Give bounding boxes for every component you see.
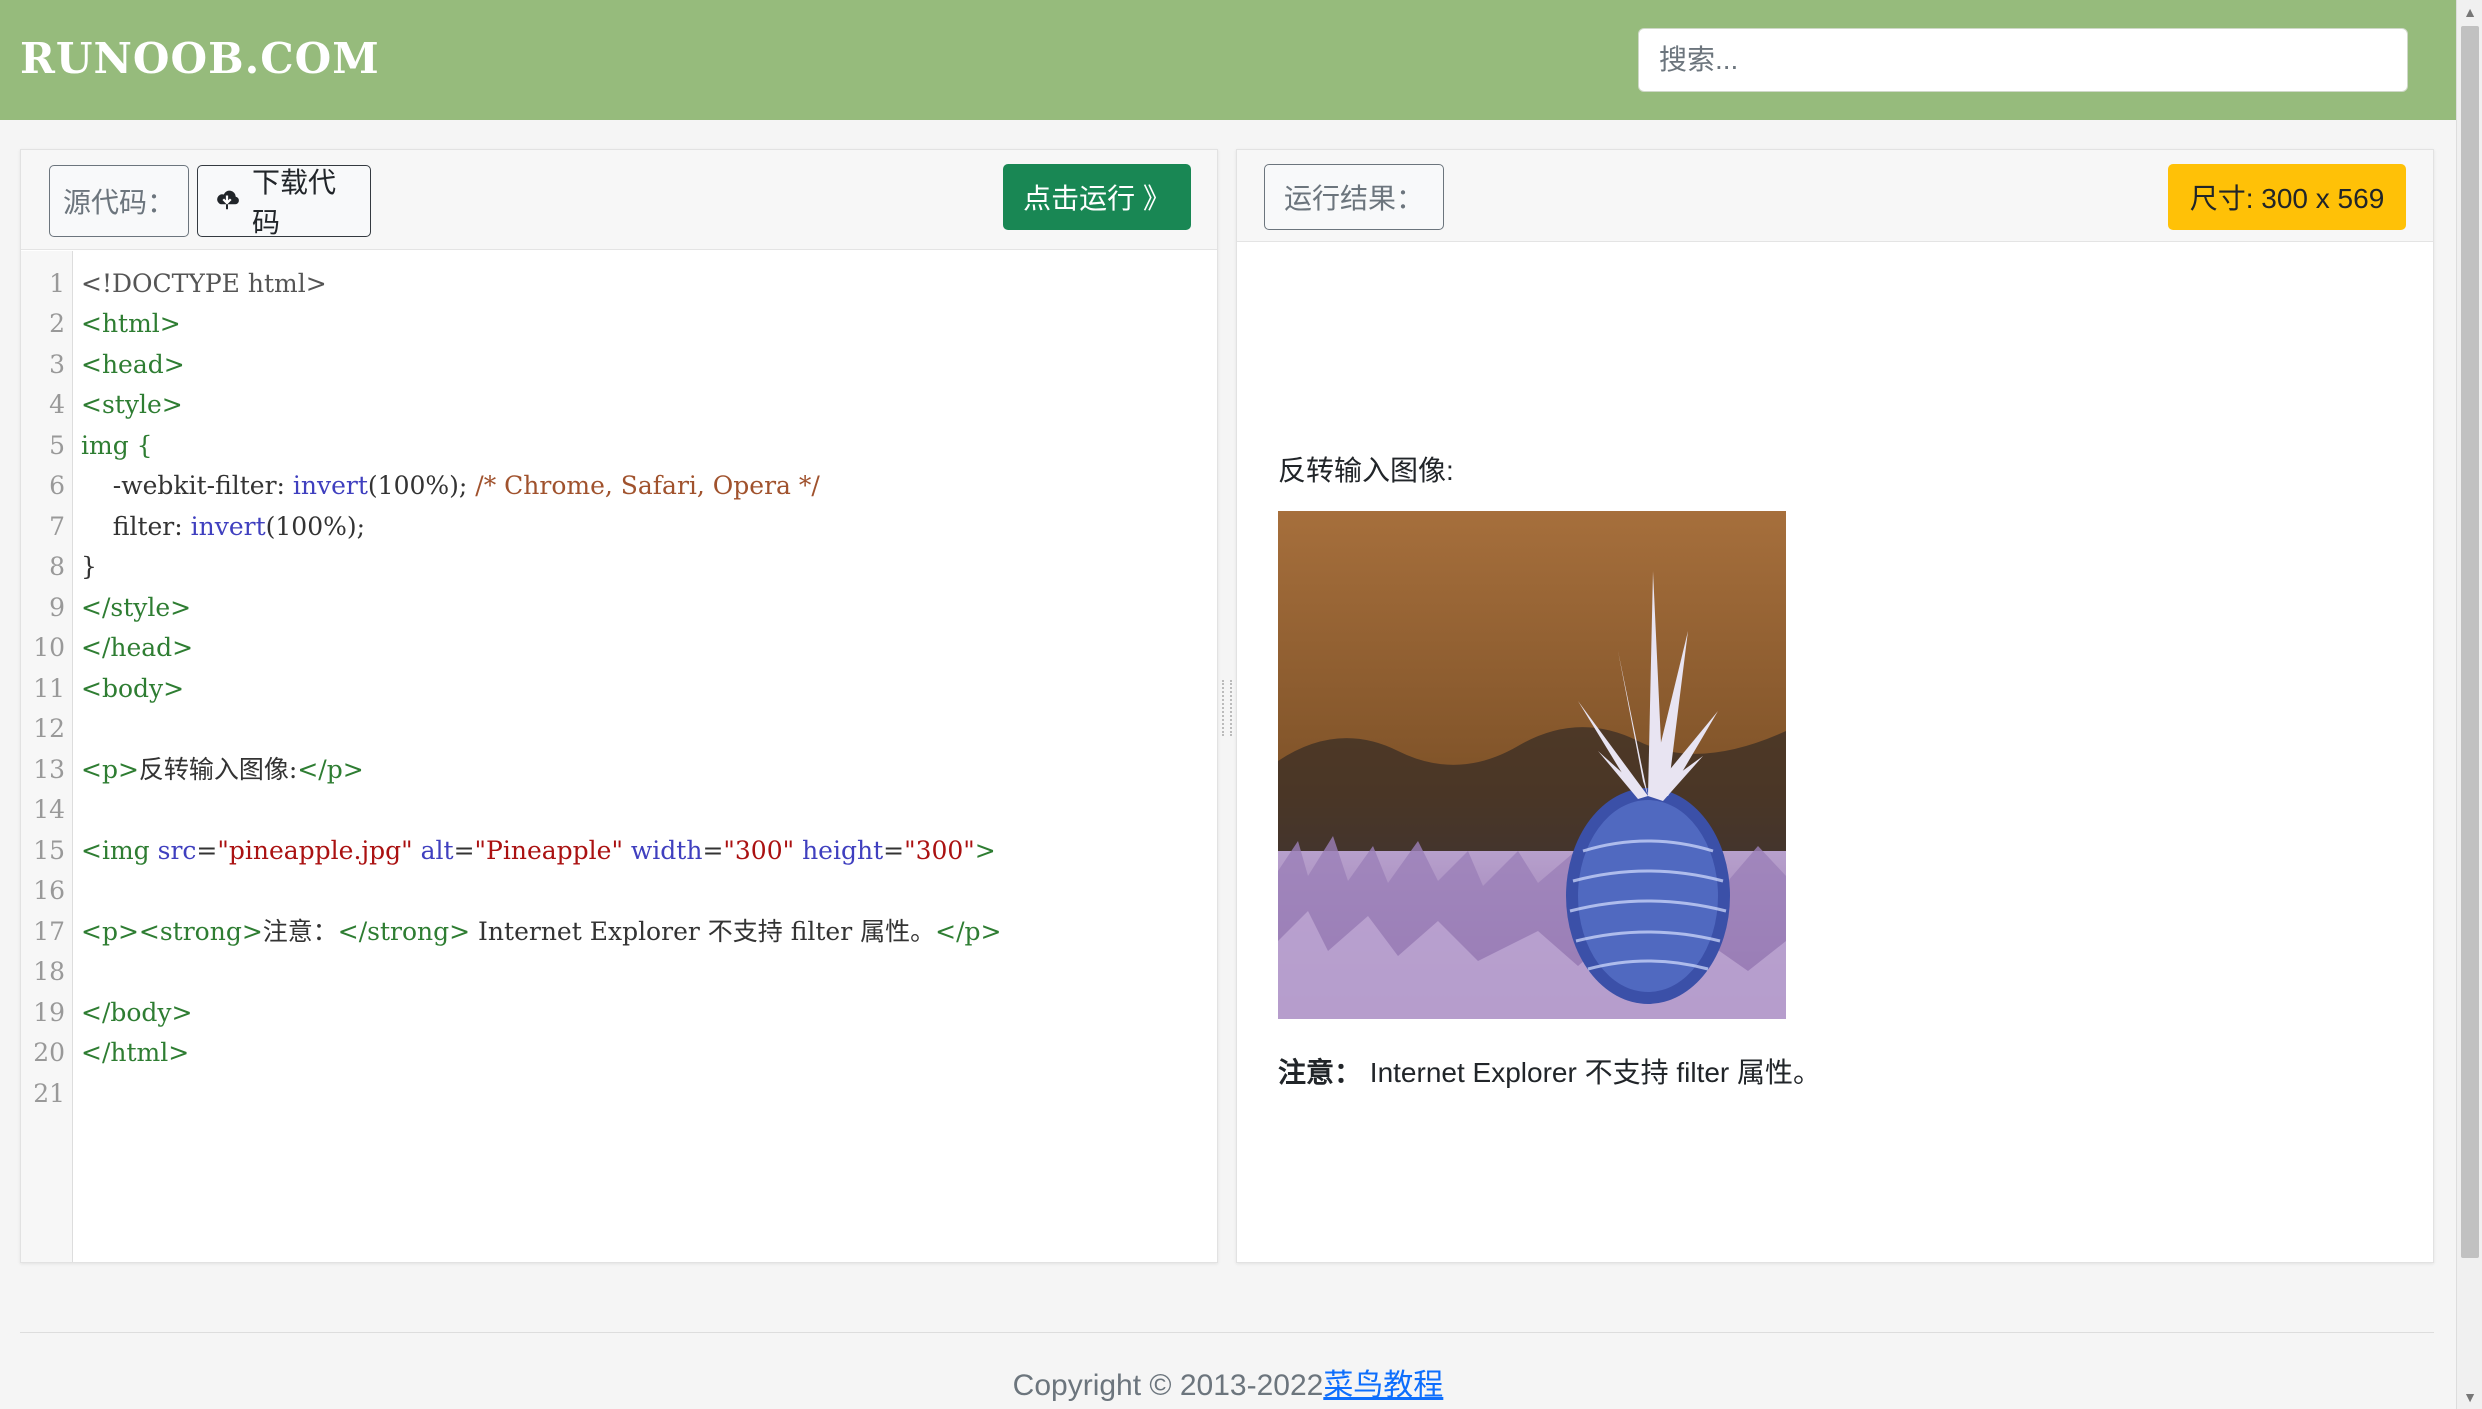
vertical-scrollbar[interactable]: ▲ ▼: [2456, 0, 2482, 1409]
line-number: 9: [49, 593, 65, 622]
code-token: (100%);: [367, 471, 476, 500]
footer-divider: [20, 1332, 2434, 1333]
code-line: -webkit-filter: invert(100%); /* Chrome,…: [81, 466, 820, 506]
line-number: 8: [49, 552, 65, 581]
result-preview: 反转输入图像: 注意： Internet Explorer 不支持 filter…: [1237, 243, 2433, 1262]
code-line: <p><strong>注意：</strong> Internet Explore…: [81, 912, 1001, 952]
line-number: 20: [33, 1038, 65, 1067]
code-token: =: [883, 836, 905, 865]
code-comment: /* Chrome, Safari, Opera */: [475, 471, 820, 500]
line-number: 19: [33, 998, 65, 1027]
code-token: <p><strong>: [81, 917, 263, 946]
site-logo[interactable]: RUNOOB.COM: [20, 34, 380, 83]
code-token: <img: [81, 836, 158, 865]
line-number: 12: [33, 714, 65, 743]
top-header: RUNOOB.COM: [0, 0, 2456, 120]
code-line: <img src="pineapple.jpg" alt="Pineapple"…: [81, 831, 996, 871]
run-button[interactable]: 点击运行 》: [1003, 164, 1191, 230]
code-line: <p>反转输入图像:</p>: [81, 750, 364, 790]
code-line: <head>: [81, 350, 185, 379]
source-toolbar: 源代码： 下载代码 点击运行 》: [21, 150, 1217, 250]
cloud-download-icon: [212, 183, 242, 220]
source-code-panel: 源代码： 下载代码 点击运行 》 1 <!DOCTYPE html> 2 <html…: [20, 149, 1218, 1263]
result-heading: 反转输入图像:: [1278, 455, 1454, 486]
code-line: }: [81, 552, 97, 581]
code-token: (100%);: [265, 512, 366, 541]
search-input[interactable]: [1638, 28, 2408, 92]
code-token: "Pineapple": [474, 836, 623, 865]
result-toolbar: 运行结果： 尺寸: 300 x 569: [1237, 150, 2433, 242]
code-token: >: [974, 836, 996, 865]
code-line: </body>: [81, 998, 193, 1027]
code-line: <!DOCTYPE html>: [81, 269, 327, 298]
code-token: "300": [904, 836, 975, 865]
panel-resize-handle[interactable]: [1222, 680, 1232, 736]
scrollbar-thumb[interactable]: [2461, 26, 2479, 1258]
code-token: </p>: [297, 755, 364, 784]
line-number: 4: [49, 390, 65, 419]
code-token: -webkit-filter:: [81, 471, 293, 500]
code-token: =: [196, 836, 218, 865]
line-number: 16: [33, 876, 65, 905]
code-token: 注意：: [262, 917, 338, 946]
code-token: <p>: [81, 755, 139, 784]
code-token: </p>: [935, 917, 1002, 946]
code-line: filter: invert(100%);: [81, 507, 365, 547]
code-token: src: [157, 836, 197, 865]
code-line: img {: [81, 431, 153, 460]
line-number: 7: [49, 512, 65, 541]
code-token: =: [702, 836, 724, 865]
code-line: <style>: [81, 390, 183, 419]
footer: Copyright © 2013-2022菜鸟教程: [0, 1360, 2456, 1404]
code-token: alt: [412, 836, 454, 865]
line-number: 17: [33, 917, 65, 946]
download-code-label: 下载代码: [252, 167, 337, 238]
result-note: 注意： Internet Explorer 不支持 filter 属性。: [1278, 1051, 1821, 1091]
footer-link[interactable]: 菜鸟教程: [1323, 1369, 1443, 1402]
code-token: "300": [723, 836, 795, 865]
line-number: 14: [33, 795, 65, 824]
code-token: </strong>: [337, 917, 471, 946]
line-number: 10: [33, 633, 65, 662]
line-number: 1: [49, 269, 65, 298]
inverted-pineapple-image: [1278, 511, 1786, 1019]
result-panel: 运行结果： 尺寸: 300 x 569 反转输入图像: 注意： Internet…: [1236, 149, 2434, 1263]
line-number: 15: [33, 836, 65, 865]
scroll-up-icon[interactable]: ▲: [2457, 0, 2482, 24]
download-code-button[interactable]: 下载代码: [197, 165, 371, 238]
code-line: </html>: [81, 1038, 190, 1067]
code-line: </style>: [81, 593, 192, 622]
code-token: filter:: [81, 512, 191, 541]
code-line: </head>: [81, 633, 194, 662]
code-token: 反转输入图像:: [138, 755, 298, 784]
code-token: invert: [292, 471, 368, 500]
line-number: 6: [49, 471, 65, 500]
result-label: 运行结果：: [1264, 164, 1444, 230]
code-token: width: [622, 836, 703, 865]
source-code-label: 源代码：: [49, 165, 189, 237]
line-number: 3: [49, 350, 65, 379]
result-note-bold: 注意：: [1278, 1057, 1363, 1088]
result-note-text: Internet Explorer 不支持 filter 属性。: [1362, 1057, 1822, 1088]
code-token: Internet Explorer 不支持 filter 属性。: [470, 917, 936, 946]
code-token: invert: [190, 512, 266, 541]
copyright-text: Copyright © 2013-2022: [1012, 1369, 1324, 1402]
line-number: 5: [49, 431, 65, 460]
line-number: 2: [49, 309, 65, 338]
size-badge: 尺寸: 300 x 569: [2168, 164, 2406, 230]
code-line: <html>: [81, 309, 181, 338]
line-number: 21: [33, 1079, 65, 1108]
code-token: =: [453, 836, 475, 865]
line-number: 11: [33, 674, 65, 703]
code-token: height: [794, 836, 884, 865]
scroll-down-icon[interactable]: ▼: [2457, 1385, 2482, 1409]
line-number: 13: [33, 755, 65, 784]
code-token: "pineapple.jpg": [217, 836, 413, 865]
code-editor[interactable]: 1 <!DOCTYPE html> 2 <html> 3 <head> 4 <style…: [21, 251, 1217, 1262]
line-number: 18: [33, 957, 65, 986]
code-line: <body>: [81, 674, 185, 703]
